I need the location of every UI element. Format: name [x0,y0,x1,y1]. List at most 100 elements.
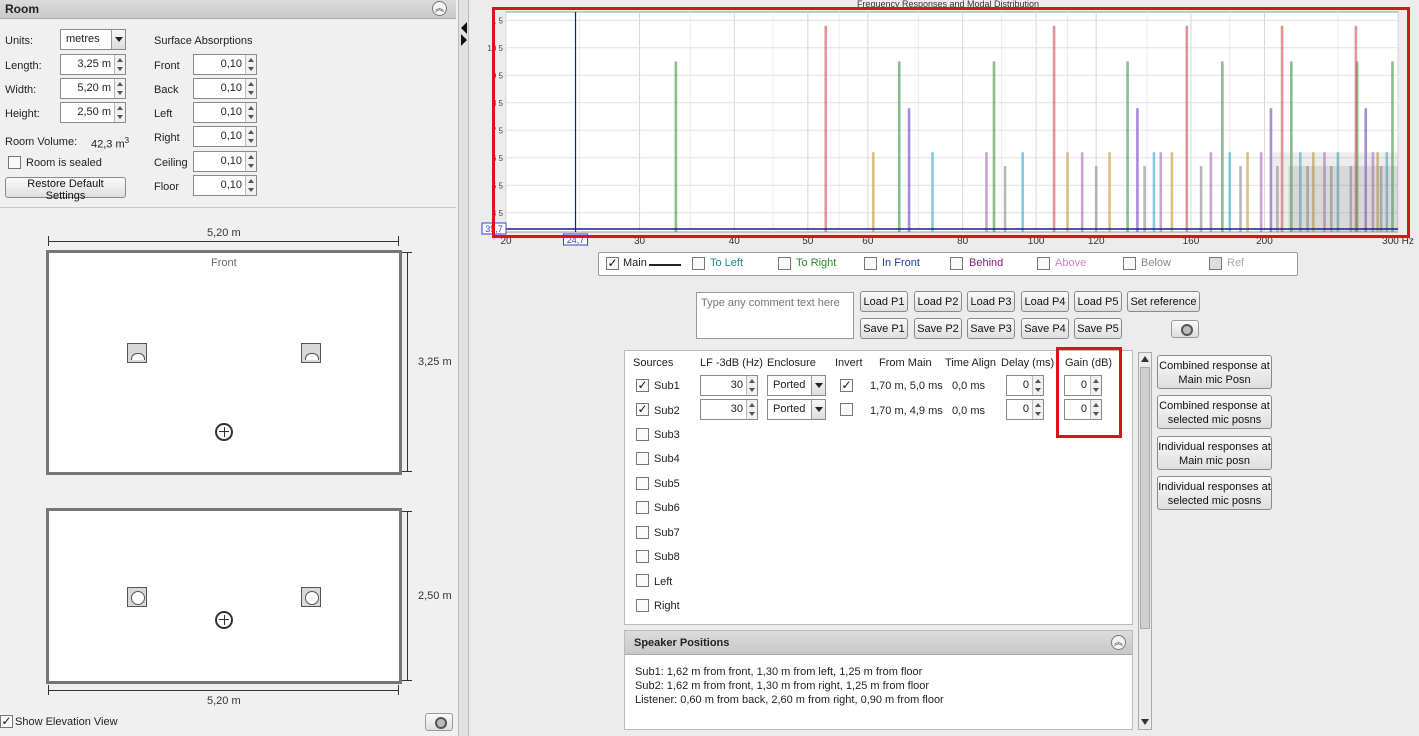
length-field[interactable]: 3,25 m [60,54,126,75]
spinner-arrows-icon[interactable] [746,400,757,419]
load-p2-button[interactable]: Load P2 [914,291,962,312]
listener-mic-icon[interactable] [215,423,233,441]
sub7-checkbox[interactable] [636,526,649,539]
comment-input[interactable] [696,292,854,339]
sub6-checkbox[interactable] [636,501,649,514]
sub8-checkbox[interactable] [636,550,649,563]
volume-value: 42,3 m3 [91,136,130,151]
load-p4-button[interactable]: Load P4 [1021,291,1069,312]
collapse-icon[interactable]: ︽ [1111,635,1126,650]
legend-to-right-checkbox[interactable] [778,257,791,270]
load-p5-button[interactable]: Load P5 [1074,291,1122,312]
collapse-left-icon[interactable] [461,22,467,34]
sub1-delay-field[interactable]: 0 [1006,375,1044,396]
bottom-width-label: 5,20 m [207,695,241,707]
save-p5-button[interactable]: Save P5 [1074,318,1122,339]
left-source-checkbox[interactable] [636,574,649,587]
save-p1-button[interactable]: Save P1 [860,318,908,339]
scroll-down-icon[interactable] [1141,719,1149,725]
show-elevation-label: Show Elevation View [15,716,118,728]
show-elevation-checkbox[interactable]: ✓ [0,715,13,728]
sub3-checkbox[interactable] [636,428,649,441]
sub6-label: Sub6 [654,502,680,514]
sources-scrollbar[interactable] [1138,352,1152,730]
individual-main-mic-button[interactable]: Individual responses at Main mic posn [1157,436,1272,470]
surface-back-field[interactable]: 0,10 [193,78,257,99]
surface-front-field[interactable]: 0,10 [193,54,257,75]
legend-below-label: Below [1141,257,1171,269]
legend-main-checkbox[interactable]: ✓ [606,257,619,270]
combined-selected-mics-button[interactable]: Combined response at selected mic posns [1157,395,1272,429]
spinner-arrows-icon[interactable] [245,79,256,98]
sub1-speaker-icon[interactable] [127,587,147,607]
spinner-arrows-icon[interactable] [746,376,757,395]
spinner-arrows-icon[interactable] [114,79,125,98]
sub2-speaker-icon[interactable] [301,587,321,607]
sub4-checkbox[interactable] [636,452,649,465]
sub1-invert-checkbox[interactable]: ✓ [840,379,853,392]
spinner-arrows-icon[interactable] [245,176,256,195]
save-p2-button[interactable]: Save P2 [914,318,962,339]
frequency-chart[interactable]: 20 30 40 50 60 80 100 120 160 200 300 Hz 1 5 10 59 5… [470,0,1419,250]
depth-dimension-line [407,252,408,472]
right-source-checkbox[interactable] [636,599,649,612]
collapse-icon[interactable]: ︽ [432,1,447,16]
sub3-label: Sub3 [654,429,680,441]
plan-view[interactable]: Front [46,250,402,475]
spinner-arrows-icon[interactable] [1032,376,1043,395]
chevron-down-icon[interactable] [811,400,825,419]
legend-ref-checkbox[interactable] [1209,257,1222,270]
surface-floor-field[interactable]: 0,10 [193,175,257,196]
units-dropdown[interactable]: metres [60,29,126,50]
spinner-arrows-icon[interactable] [114,103,125,122]
listener-mic-icon[interactable] [215,611,233,629]
sub1-lf-field[interactable]: 30 [700,375,758,396]
load-p3-button[interactable]: Load P3 [967,291,1015,312]
expand-right-icon[interactable] [461,34,467,46]
legend-to-left-checkbox[interactable] [692,257,705,270]
save-p3-button[interactable]: Save P3 [967,318,1015,339]
spinner-arrows-icon[interactable] [245,103,256,122]
restore-defaults-button[interactable]: Restore Default Settings [5,177,126,202]
surface-ceiling-field[interactable]: 0,10 [193,151,257,172]
scroll-up-icon[interactable] [1141,356,1149,362]
sub2-enclosure-dropdown[interactable]: Ported [767,399,826,420]
sub2-checkbox[interactable]: ✓ [636,403,649,416]
combined-main-mic-button[interactable]: Combined response at Main mic Posn [1157,355,1272,389]
sub1-enclosure-dropdown[interactable]: Ported [767,375,826,396]
legend-behind-checkbox[interactable] [950,257,963,270]
legend-behind-label: Behind [969,257,1004,269]
sub2-delay-field[interactable]: 0 [1006,399,1044,420]
legend-in-front-checkbox[interactable] [864,257,877,270]
chevron-down-icon[interactable] [811,376,825,395]
legend-below-checkbox[interactable] [1123,257,1136,270]
sub5-checkbox[interactable] [636,477,649,490]
individual-selected-mics-button[interactable]: Individual responses at selected mic posn… [1157,476,1272,510]
surface-right-field[interactable]: 0,10 [193,126,257,147]
sub2-speaker-icon[interactable] [301,343,321,363]
spinner-arrows-icon[interactable] [245,55,256,74]
set-reference-button[interactable]: Set reference [1127,291,1200,312]
height-field[interactable]: 2,50 m [60,102,126,123]
spinner-arrows-icon[interactable] [1032,400,1043,419]
load-p1-button[interactable]: Load P1 [860,291,908,312]
surface-left-field[interactable]: 0,10 [193,102,257,123]
chevron-down-icon[interactable] [111,30,125,49]
sub2-lf-field[interactable]: 30 [700,399,758,420]
width-field[interactable]: 5,20 m [60,78,126,99]
scroll-thumb[interactable] [1140,367,1150,629]
sub1-speaker-icon[interactable] [127,343,147,363]
sub1-checkbox[interactable]: ✓ [636,379,649,392]
camera-icon[interactable] [425,713,453,731]
room-sealed-checkbox[interactable] [8,156,21,169]
sub2-invert-checkbox[interactable] [840,403,853,416]
sub1-time-align: 0,0 ms [952,380,986,392]
spinner-arrows-icon[interactable] [114,55,125,74]
camera-icon[interactable] [1171,320,1199,338]
legend-above-checkbox[interactable] [1037,257,1050,270]
save-p4-button[interactable]: Save P4 [1021,318,1069,339]
spinner-arrows-icon[interactable] [245,127,256,146]
spinner-arrows-icon[interactable] [245,152,256,171]
elevation-view[interactable] [46,508,402,684]
panel-divider[interactable] [458,0,469,736]
